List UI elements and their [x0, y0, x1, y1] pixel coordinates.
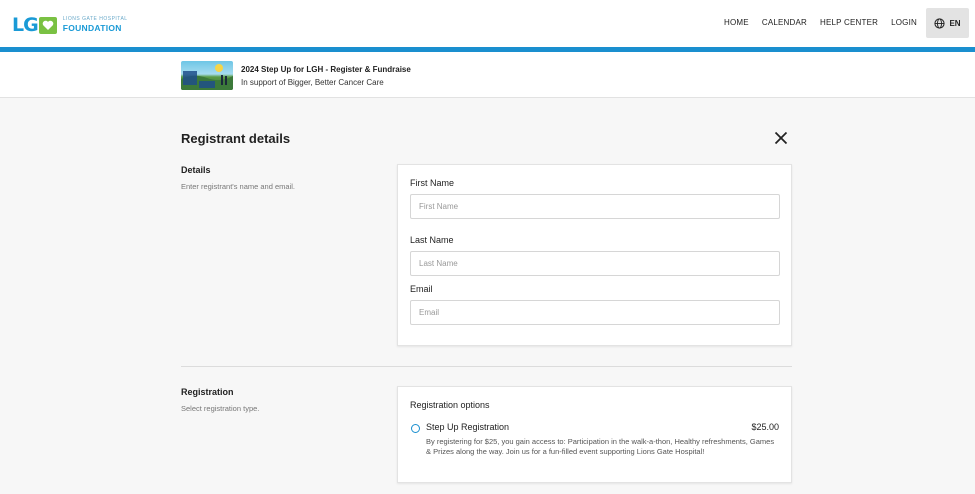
- event-banner: 2024 Step Up for LGH - Register & Fundra…: [0, 52, 975, 98]
- lgh-foundation-logo[interactable]: LG LIONS GATE HOSPITAL FOUNDATION: [12, 14, 128, 36]
- registration-option-price: $25.00: [751, 422, 779, 432]
- nav-home[interactable]: HOME: [724, 18, 749, 27]
- first-name-label: First Name: [410, 178, 455, 188]
- logo-subtitle: LIONS GATE HOSPITAL: [62, 16, 128, 23]
- email-input[interactable]: [410, 300, 780, 325]
- first-name-input[interactable]: [410, 194, 780, 219]
- email-label: Email: [410, 284, 433, 294]
- logo-text: LIONS GATE HOSPITAL FOUNDATION: [63, 17, 128, 33]
- last-name-input[interactable]: [410, 251, 780, 276]
- details-section-description: Enter registrant's name and email.: [181, 182, 295, 191]
- globe-icon: [934, 17, 946, 29]
- last-name-label: Last Name: [410, 235, 454, 245]
- close-button[interactable]: [773, 130, 789, 146]
- registration-option-description: By registering for $25, you gain access …: [426, 437, 775, 456]
- section-divider: [181, 366, 792, 367]
- registration-card: Registration options Step Up Registratio…: [397, 386, 792, 483]
- page-title: Registrant details: [181, 131, 291, 146]
- registration-section-title: Registration: [181, 387, 234, 397]
- event-title: 2024 Step Up for LGH - Register & Fundra…: [241, 65, 411, 74]
- registration-option-radio[interactable]: [411, 424, 420, 433]
- heart-icon: [38, 16, 57, 34]
- registration-options-heading: Registration options: [410, 400, 490, 410]
- main-nav: HOME CALENDAR HELP CENTER LOGIN: [724, 18, 917, 27]
- logo-title: FOUNDATION: [62, 23, 122, 34]
- logo-letters: LG: [12, 14, 39, 36]
- details-section-title: Details: [181, 165, 211, 175]
- nav-login[interactable]: LOGIN: [891, 18, 917, 27]
- nav-calendar[interactable]: CALENDAR: [762, 18, 807, 27]
- nav-help-center[interactable]: HELP CENTER: [820, 18, 878, 27]
- top-header: LG LIONS GATE HOSPITAL FOUNDATION HOME C…: [0, 0, 975, 47]
- details-card: First Name Last Name Email: [397, 164, 792, 346]
- close-icon: [774, 131, 788, 145]
- language-selector[interactable]: EN: [926, 8, 969, 38]
- language-label: EN: [949, 18, 961, 28]
- event-subtitle: In support of Bigger, Better Cancer Care: [241, 78, 384, 87]
- registration-option-name[interactable]: Step Up Registration: [426, 422, 509, 432]
- registration-section-description: Select registration type.: [181, 404, 260, 413]
- event-thumbnail: [181, 61, 233, 90]
